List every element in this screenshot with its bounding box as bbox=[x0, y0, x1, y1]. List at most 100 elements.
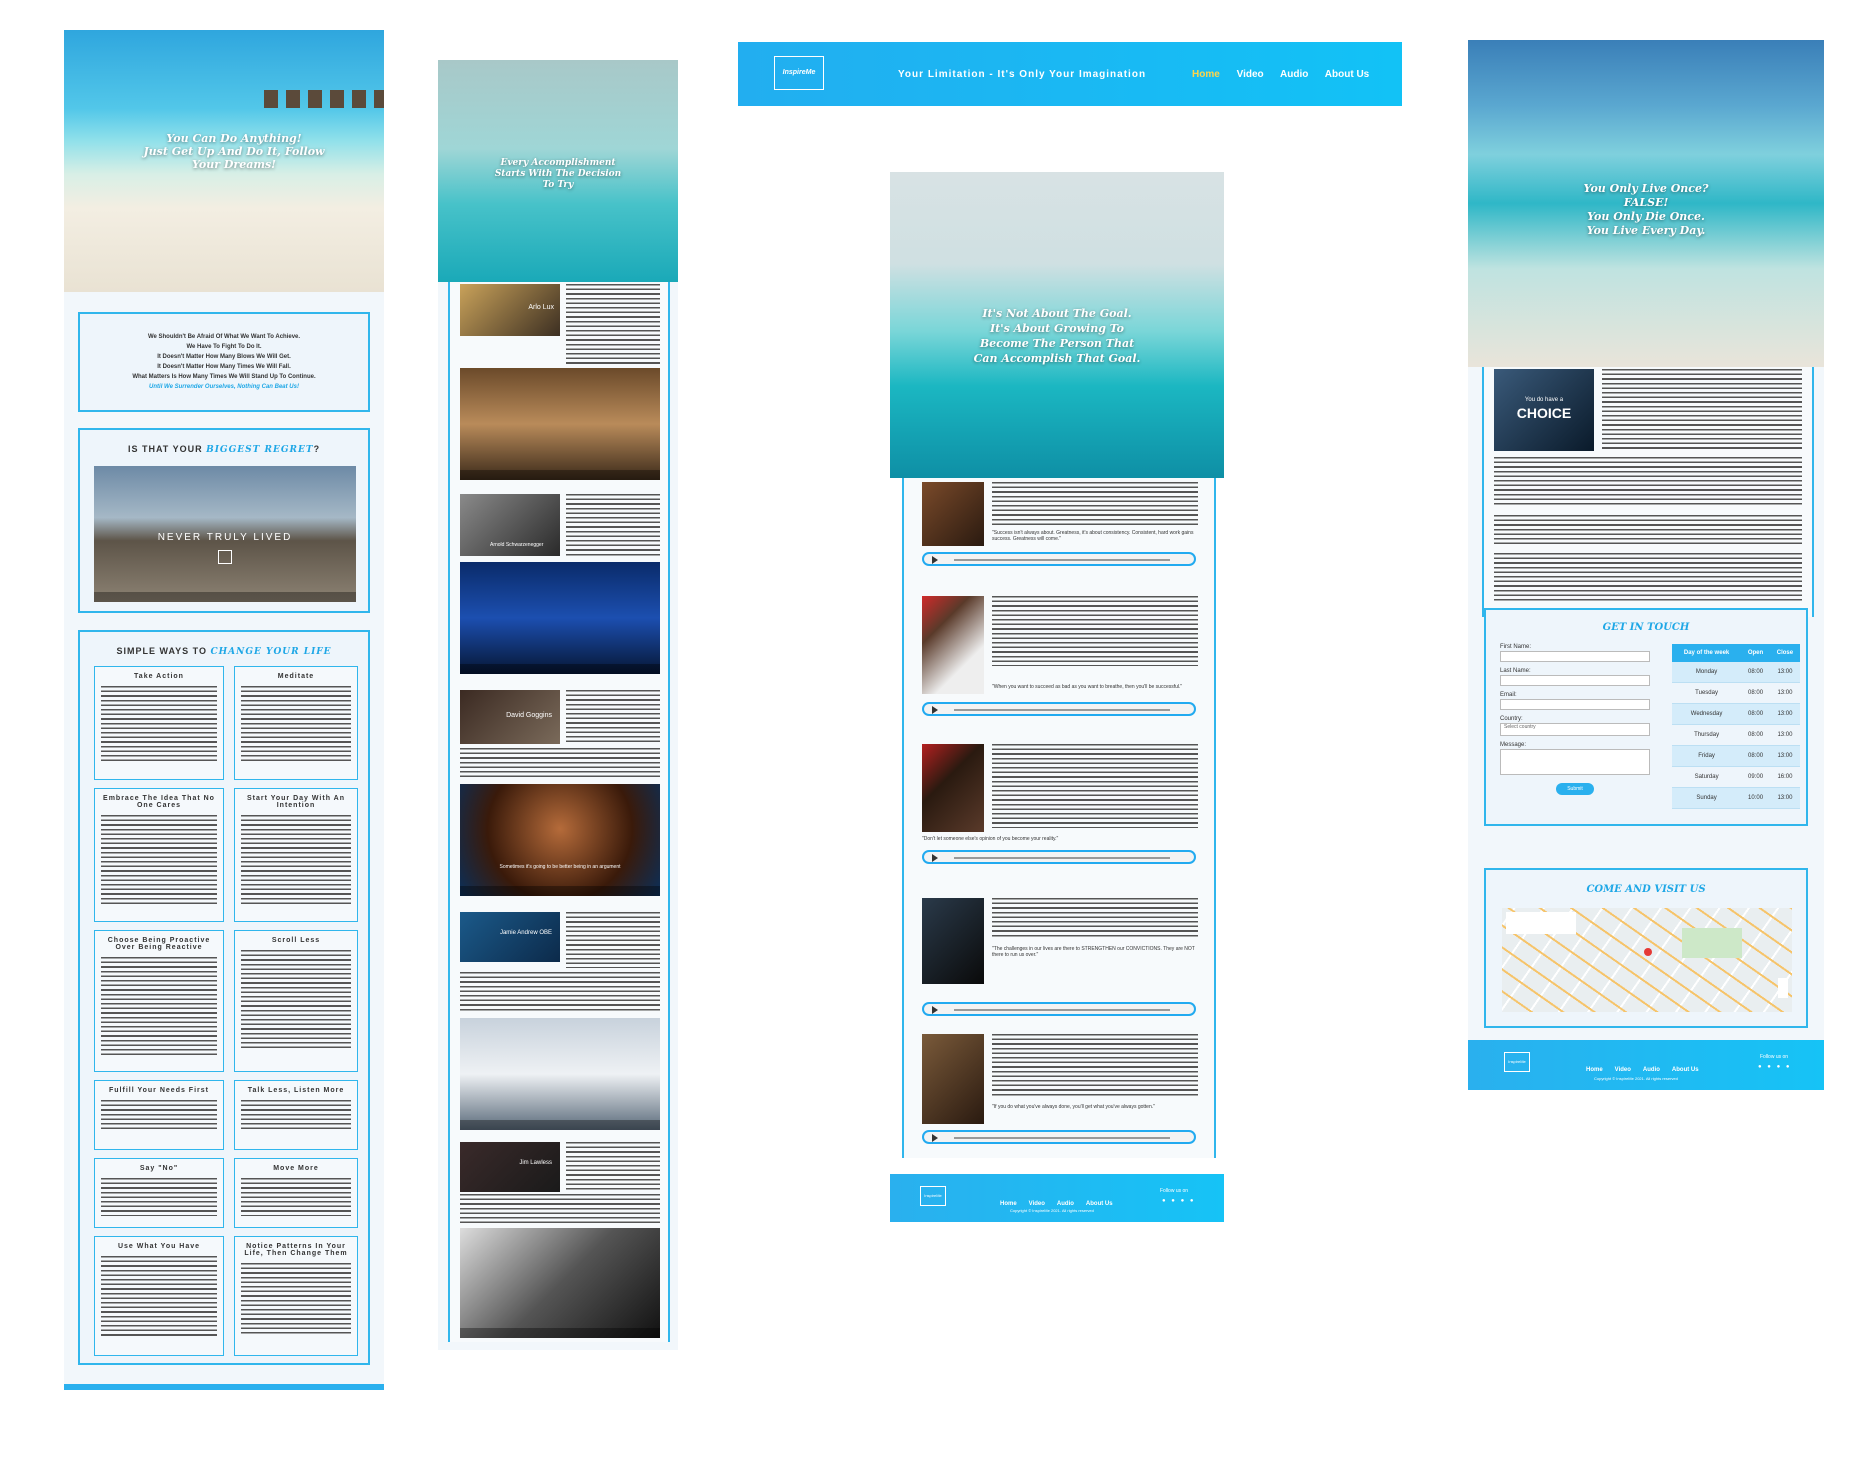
hero-yoga-image: You Only Live Once? FALSE! You Only Die On… bbox=[1468, 40, 1824, 367]
audio-list: "Success isn't always about. Greatness, … bbox=[902, 478, 1216, 1158]
mockup-about-page: You Only Live Once? FALSE! You Only Die On… bbox=[1468, 40, 1824, 1090]
video-player[interactable]: Sometimes it's going to be better being … bbox=[460, 784, 660, 896]
nav-menu: Home Video Audio About Us bbox=[1192, 69, 1369, 80]
hero-beach-image: You Can Do Anything! Just Get Up And Do I… bbox=[64, 30, 384, 292]
audio-player[interactable] bbox=[922, 1002, 1196, 1016]
nav-video[interactable]: Video bbox=[1237, 69, 1264, 80]
speaker-photo bbox=[922, 898, 984, 984]
tip-card: Scroll Less bbox=[234, 930, 358, 1072]
social-icons[interactable]: ● ● ● ● bbox=[1162, 1198, 1196, 1204]
audio-player[interactable] bbox=[922, 552, 1196, 566]
visit-panel: COME AND VISIT US bbox=[1484, 868, 1808, 1028]
video-player[interactable] bbox=[460, 562, 660, 674]
email-input[interactable] bbox=[1500, 699, 1650, 710]
table-row: Thursday 08:00 13:00 bbox=[1672, 724, 1800, 746]
tip-card: Fulfill Your Needs First bbox=[94, 1080, 224, 1150]
about-column: You do have a CHOICE bbox=[1482, 367, 1814, 617]
hero-wave-image: It's Not About The Goal. It's About Growi… bbox=[890, 172, 1224, 478]
map-embed[interactable] bbox=[1502, 908, 1792, 1012]
quote-text: "Don't let someone else's opinion of you… bbox=[922, 836, 1059, 842]
mockup-video-page: Every Accomplishment Starts With The Deci… bbox=[438, 60, 678, 1350]
country-select[interactable]: Select country bbox=[1500, 723, 1650, 736]
hero-text: It's Not About The Goal. It's About Growi… bbox=[973, 307, 1141, 365]
play-icon[interactable] bbox=[218, 550, 232, 564]
speaker-photo bbox=[922, 482, 984, 546]
last-name-input[interactable] bbox=[1500, 675, 1650, 686]
person-photo: Jamie Andrew OBE bbox=[460, 912, 560, 962]
submit-button[interactable]: Submit bbox=[1556, 783, 1594, 795]
mockup-home-page: You Can Do Anything! Just Get Up And Do I… bbox=[64, 30, 384, 1390]
table-row: Friday 08:00 13:00 bbox=[1672, 745, 1800, 767]
audio-player[interactable] bbox=[922, 1130, 1196, 1144]
quote-highlight: Until We Surrender Ourselves, Nothing Ca… bbox=[149, 384, 299, 390]
hero-text: You Only Live Once? FALSE! You Only Die On… bbox=[1583, 182, 1709, 237]
visit-title: COME AND VISIT US bbox=[1586, 884, 1706, 895]
table-row: Saturday 09:00 16:00 bbox=[1672, 766, 1800, 788]
hero-text: You Can Do Anything! Just Get Up And Do I… bbox=[143, 132, 325, 171]
footer-strip bbox=[64, 1384, 384, 1390]
quote-text: "Success isn't always about. Greatness, … bbox=[992, 530, 1194, 542]
video-player[interactable] bbox=[460, 1018, 660, 1130]
video-caption: NEVER TRULY LIVED bbox=[157, 532, 293, 543]
person-photo: David Goggins bbox=[460, 690, 560, 744]
first-name-input[interactable] bbox=[1500, 651, 1650, 662]
map-pin-icon[interactable] bbox=[1644, 948, 1652, 956]
regret-panel: IS THAT YOUR BIGGEST REGRET? NEVER TRULY… bbox=[78, 428, 370, 613]
zoom-control[interactable] bbox=[1778, 978, 1788, 998]
person-photo: Arnold Schwarzenegger bbox=[460, 494, 560, 556]
person-photo: Arlo Lux bbox=[460, 284, 560, 336]
quote-text: "When you want to succeed as bad as you … bbox=[992, 684, 1183, 690]
tip-card: Embrace The Idea That No One Cares bbox=[94, 788, 224, 922]
audio-player[interactable] bbox=[922, 702, 1196, 716]
video-player[interactable] bbox=[460, 368, 660, 480]
ways-panel: SIMPLE WAYS TO CHANGE YOUR LIFE Take Act… bbox=[78, 630, 370, 1365]
table-row: Wednesday 08:00 13:00 bbox=[1672, 703, 1800, 725]
speaker-photo bbox=[922, 596, 984, 694]
contact-form: First Name: Last Name: Email: Country: S… bbox=[1500, 644, 1650, 814]
footer-copyright: Copyright © InspireMe 2021. All rights r… bbox=[1594, 1076, 1678, 1081]
table-row: Sunday 10:00 13:00 bbox=[1672, 787, 1800, 809]
map-info-card bbox=[1506, 912, 1576, 934]
hero-text: Every Accomplishment Starts With The Deci… bbox=[494, 158, 622, 190]
speaker-photo bbox=[922, 1034, 984, 1124]
navbar: InspireMe Your Limitation - It's Only Yo… bbox=[738, 42, 1402, 106]
message-textarea[interactable] bbox=[1500, 749, 1650, 775]
tip-card: Move More bbox=[234, 1158, 358, 1228]
table-row: Monday 08:00 13:00 bbox=[1672, 662, 1800, 683]
footer-follow: Follow us on bbox=[1760, 1054, 1789, 1060]
social-icons[interactable]: ● ● ● ● bbox=[1758, 1064, 1792, 1070]
footer-logo[interactable]: InspireMe bbox=[1504, 1052, 1530, 1072]
table-row: Tuesday 08:00 13:00 bbox=[1672, 682, 1800, 704]
speaker-photo bbox=[922, 744, 984, 832]
tip-card: Start Your Day With An Intention bbox=[234, 788, 358, 922]
tip-card: Choose Being Proactive Over Being Reacti… bbox=[94, 930, 224, 1072]
regret-video[interactable]: NEVER TRULY LIVED bbox=[94, 466, 356, 602]
person-photo: Jim Lawless bbox=[460, 1142, 560, 1192]
nav-audio[interactable]: Audio bbox=[1280, 69, 1308, 80]
opening-hours-table: Day of the week Open Close Monday 08:00 13:0… bbox=[1672, 644, 1800, 809]
tagline: Your Limitation - It's Only Your Imagina… bbox=[898, 69, 1147, 80]
video-caption: Sometimes it's going to be better being … bbox=[499, 864, 621, 870]
tip-card: Say "No" bbox=[94, 1158, 224, 1228]
nav-about[interactable]: About Us bbox=[1325, 69, 1369, 80]
choice-image: You do have a CHOICE bbox=[1494, 369, 1594, 451]
tip-card: Use What You Have bbox=[94, 1236, 224, 1356]
mockup-audio-page: InspireMe Your Limitation - It's Only Yo… bbox=[738, 42, 1402, 1222]
tip-card: Take Action bbox=[94, 666, 224, 780]
nav-home[interactable]: Home bbox=[1192, 69, 1220, 80]
quote-text: "If you do what you've always done, you'… bbox=[992, 1104, 1155, 1110]
tip-card: Notice Patterns In Your Life, Then Chang… bbox=[234, 1236, 358, 1356]
footer: InspireMe Home Video Audio About Us Follow … bbox=[1468, 1040, 1824, 1090]
contact-title: GET IN TOUCH bbox=[1602, 622, 1690, 633]
footer-logo[interactable]: InspireMe bbox=[920, 1186, 946, 1206]
video-player[interactable] bbox=[460, 1228, 660, 1338]
audio-player[interactable] bbox=[922, 850, 1196, 864]
brand-logo[interactable]: InspireMe bbox=[774, 56, 824, 90]
footer-nav: Home Video Audio About Us bbox=[1586, 1067, 1699, 1073]
contact-panel: GET IN TOUCH First Name: Last Name: Emai… bbox=[1484, 608, 1808, 826]
tip-card: Meditate bbox=[234, 666, 358, 780]
quote-panel: We Shouldn't Be Afraid Of What We Want T… bbox=[78, 312, 370, 412]
content-column: Arlo Lux Arnold Schwarzenegger David Gog… bbox=[448, 282, 670, 1342]
footer-copyright: Copyright © InspireMe 2021. All rights r… bbox=[1010, 1208, 1094, 1213]
quote-text: "The challenges in our lives are there t… bbox=[992, 946, 1195, 958]
